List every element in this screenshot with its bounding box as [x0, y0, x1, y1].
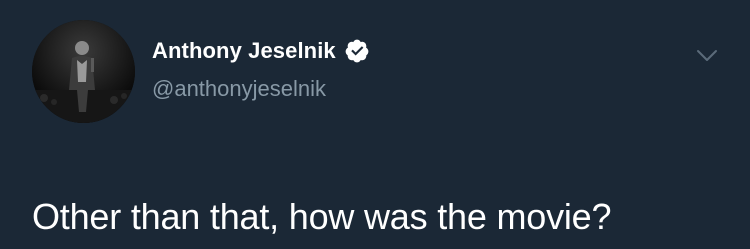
avatar[interactable] [32, 20, 135, 123]
verified-badge-icon [344, 38, 370, 64]
author-name-row: Anthony Jeselnik [152, 36, 370, 66]
chevron-down-icon[interactable] [692, 44, 722, 66]
author-handle[interactable]: @anthonyjeselnik [152, 76, 326, 102]
tweet-card[interactable]: Anthony Jeselnik @anthonyjeselnik Other … [0, 0, 750, 249]
display-name[interactable]: Anthony Jeselnik [152, 38, 336, 64]
tweet-text: Other than that, how was the movie? [32, 196, 612, 237]
